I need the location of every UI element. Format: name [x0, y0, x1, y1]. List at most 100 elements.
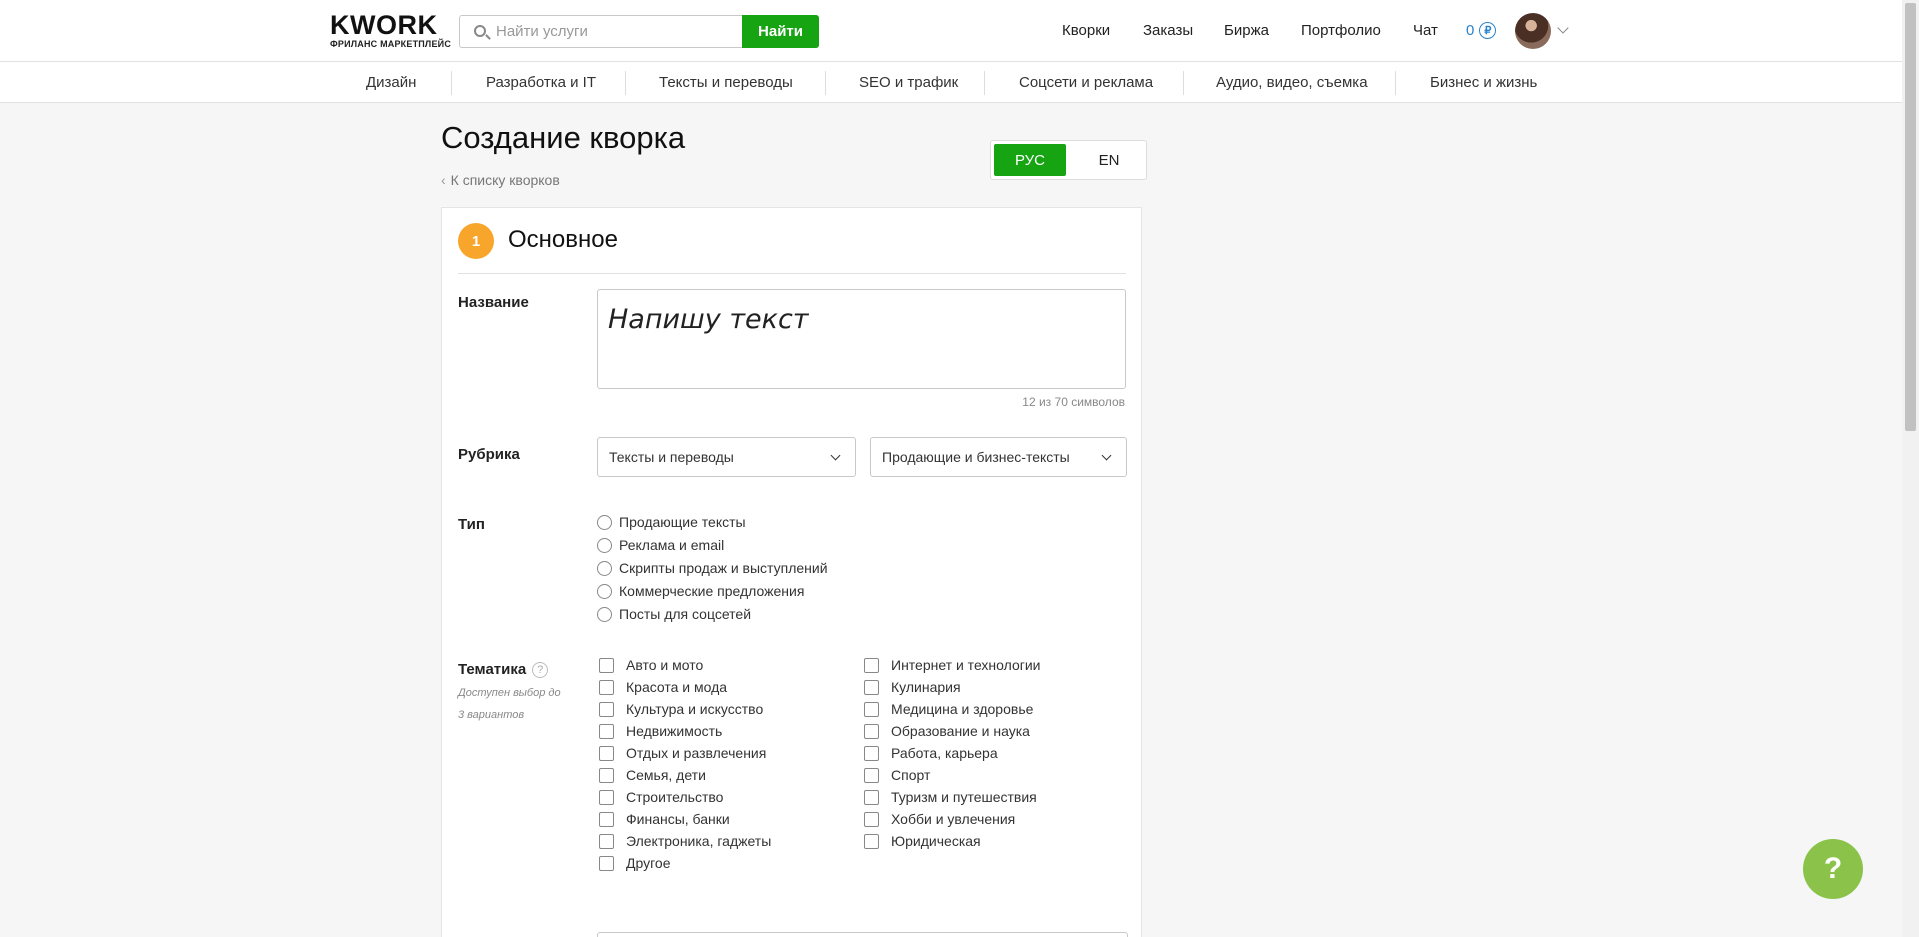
checkbox[interactable]	[864, 745, 879, 761]
checkbox[interactable]	[599, 833, 614, 849]
checkbox[interactable]	[864, 723, 879, 739]
theme-option[interactable]: Строительство	[599, 789, 723, 805]
checkbox[interactable]	[599, 855, 614, 871]
theme-option[interactable]: Недвижимость	[599, 723, 722, 739]
nav-portfolio[interactable]: Портфолио	[1301, 22, 1381, 39]
category-divider	[825, 71, 826, 95]
scrollbar-thumb[interactable]	[1905, 3, 1916, 431]
avatar[interactable]	[1515, 13, 1551, 49]
theme-option-label: Недвижимость	[626, 723, 723, 739]
category-texts[interactable]: Тексты и переводы	[659, 74, 793, 91]
theme-option-label: Другое	[626, 855, 671, 871]
theme-option[interactable]: Финансы, банки	[599, 811, 730, 827]
theme-option[interactable]: Спорт	[864, 767, 930, 783]
type-option[interactable]: Реклама и email	[597, 537, 724, 553]
checkbox[interactable]	[599, 701, 614, 717]
next-field-box[interactable]	[597, 932, 1128, 937]
rubric-select[interactable]: Тексты и переводы	[597, 437, 856, 477]
theme-option[interactable]: Образование и наука	[864, 723, 1030, 739]
type-option[interactable]: Продающие тексты	[597, 514, 746, 530]
radio-button[interactable]	[597, 583, 612, 599]
radio-button[interactable]	[597, 514, 612, 530]
checkbox[interactable]	[864, 833, 879, 849]
nav-orders[interactable]: Заказы	[1143, 22, 1193, 39]
category-divider	[451, 71, 452, 95]
theme-label: Тематика?	[458, 661, 549, 679]
theme-option[interactable]: Другое	[599, 855, 670, 871]
back-to-kworks-link[interactable]: К списку кворков	[441, 172, 560, 188]
radio-button[interactable]	[597, 606, 612, 622]
checkbox[interactable]	[599, 789, 614, 805]
type-option[interactable]: Скрипты продаж и выступлений	[597, 560, 828, 576]
checkbox[interactable]	[864, 701, 879, 717]
name-textarea[interactable]: Напишу текст	[597, 289, 1126, 389]
checkbox[interactable]	[599, 657, 614, 673]
checkbox[interactable]	[599, 723, 614, 739]
language-switch: РУС EN	[990, 140, 1147, 180]
checkbox[interactable]	[599, 767, 614, 783]
category-audio-video[interactable]: Аудио, видео, съемка	[1216, 74, 1368, 91]
nav-kworks[interactable]: Кворки	[1062, 22, 1110, 39]
chevron-down-icon[interactable]	[1557, 22, 1569, 34]
theme-option[interactable]: Юридическая	[864, 833, 981, 849]
category-social[interactable]: Соцсети и реклама	[1019, 74, 1153, 91]
subrubric-select-value: Продающие и бизнес-тексты	[882, 449, 1070, 465]
type-option[interactable]: Коммерческие предложения	[597, 583, 804, 599]
theme-option[interactable]: Туризм и путешествия	[864, 789, 1037, 805]
radio-button[interactable]	[597, 537, 612, 553]
logo-subtitle: ФРИЛАНС МАРКЕТПЛЕЙС	[330, 39, 452, 49]
category-development[interactable]: Разработка и IT	[486, 74, 596, 91]
radio-button[interactable]	[597, 560, 612, 576]
theme-option[interactable]: Хобби и увлечения	[864, 811, 1015, 827]
checkbox[interactable]	[864, 789, 879, 805]
category-business[interactable]: Бизнес и жизнь	[1430, 74, 1537, 91]
balance[interactable]: 0 ₽	[1466, 22, 1497, 39]
checkbox[interactable]	[864, 811, 879, 827]
category-divider	[625, 71, 626, 95]
theme-option-label: Спорт	[891, 767, 931, 783]
divider	[458, 273, 1126, 274]
search-button[interactable]: Найти	[742, 15, 819, 48]
theme-option[interactable]: Работа, карьера	[864, 745, 998, 761]
checkbox[interactable]	[864, 767, 879, 783]
category-seo[interactable]: SEO и трафик	[859, 74, 958, 91]
theme-option[interactable]: Культура и искусство	[599, 701, 763, 717]
page-scrollbar[interactable]	[1902, 0, 1919, 937]
checkbox[interactable]	[599, 745, 614, 761]
theme-option[interactable]: Семья, дети	[599, 767, 706, 783]
theme-option-label: Работа, карьера	[891, 745, 998, 761]
balance-value: 0	[1466, 22, 1475, 39]
help-icon[interactable]: ?	[532, 662, 549, 679]
lang-en-button[interactable]: EN	[1073, 144, 1145, 176]
theme-option[interactable]: Авто и мото	[599, 657, 703, 673]
logo-text: KWORK	[330, 10, 438, 40]
nav-chat[interactable]: Чат	[1413, 22, 1438, 39]
subrubric-select[interactable]: Продающие и бизнес-тексты	[870, 437, 1127, 477]
checkbox[interactable]	[864, 679, 879, 695]
theme-option[interactable]: Интернет и технологии	[864, 657, 1041, 673]
lang-ru-button[interactable]: РУС	[994, 144, 1066, 176]
theme-hint: Доступен выбор до 3 вариантов	[458, 687, 561, 721]
theme-option-label: Красота и мода	[626, 679, 728, 695]
type-option[interactable]: Посты для соцсетей	[597, 606, 751, 622]
theme-option[interactable]: Электроника, гаджеты	[599, 833, 771, 849]
type-label: Тип	[458, 516, 485, 533]
top-header: KWORK ФРИЛАНС МАРКЕТПЛЕЙС Найти Кворки З…	[0, 0, 1919, 62]
theme-option-label: Электроника, гаджеты	[626, 833, 772, 849]
kwork-logo[interactable]: KWORK ФРИЛАНС МАРКЕТПЛЕЙС	[330, 10, 452, 50]
theme-option-label: Кулинария	[891, 679, 961, 695]
category-design[interactable]: Дизайн	[366, 74, 416, 91]
search-input[interactable]	[496, 16, 696, 47]
name-char-counter: 12 из 70 символов	[1022, 395, 1125, 409]
checkbox[interactable]	[599, 679, 614, 695]
nav-exchange[interactable]: Биржа	[1224, 22, 1269, 39]
ruble-icon: ₽	[1479, 22, 1497, 39]
checkbox[interactable]	[599, 811, 614, 827]
theme-option[interactable]: Отдых и развлечения	[599, 745, 766, 761]
theme-option[interactable]: Медицина и здоровье	[864, 701, 1033, 717]
rubric-select-value: Тексты и переводы	[609, 449, 734, 465]
theme-option[interactable]: Кулинария	[864, 679, 961, 695]
checkbox[interactable]	[864, 657, 879, 673]
help-button[interactable]: ?	[1803, 839, 1863, 899]
theme-option[interactable]: Красота и мода	[599, 679, 727, 695]
